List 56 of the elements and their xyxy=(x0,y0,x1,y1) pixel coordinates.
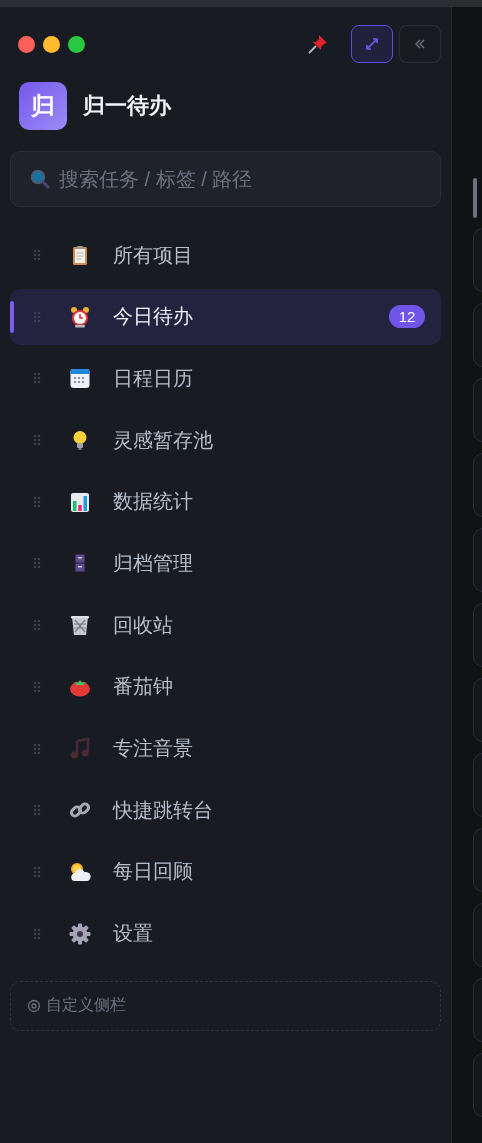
minimize-window-button[interactable] xyxy=(43,35,60,53)
nav-item[interactable]: 数据统计 xyxy=(10,473,441,530)
drag-handle-icon[interactable] xyxy=(33,434,41,447)
drag-handle-icon[interactable] xyxy=(33,619,41,632)
drag-handle-icon[interactable] xyxy=(33,372,41,385)
drag-handle-icon[interactable] xyxy=(33,680,41,693)
collapse-sidebar-button[interactable] xyxy=(399,25,441,63)
drag-handle-icon[interactable] xyxy=(33,804,41,817)
nav-item[interactable]: 今日待办 12 xyxy=(10,288,441,345)
drag-handle-icon[interactable] xyxy=(33,865,41,878)
nav-label: 专注音景 xyxy=(113,736,194,761)
nav-label: 数据统计 xyxy=(113,489,194,515)
diagonal-arrows-icon xyxy=(364,36,380,52)
app-title: 归一待办 xyxy=(83,92,171,120)
app-logo: 归 xyxy=(19,82,67,130)
nav-item[interactable]: 灵感暂存池 xyxy=(10,412,441,469)
drag-handle-icon[interactable] xyxy=(33,495,41,508)
maximize-window-button[interactable] xyxy=(68,35,85,53)
close-window-button[interactable] xyxy=(18,35,35,53)
customize-sidebar-button[interactable]: 自定义侧栏 xyxy=(10,980,441,1031)
nav-label: 今日待办 xyxy=(113,304,194,330)
nav-label: 每日回顾 xyxy=(113,859,194,885)
nav-item[interactable]: 专注音景 xyxy=(10,720,441,777)
drag-handle-icon[interactable] xyxy=(33,557,41,570)
nav-label: 所有项目 xyxy=(113,242,194,268)
nav-label: 灵感暂存池 xyxy=(113,427,214,453)
nav-item[interactable]: 所有项目 xyxy=(10,227,441,283)
count-badge: 12 xyxy=(389,305,425,329)
music-note-icon xyxy=(68,736,92,761)
nav-label: 番茄钟 xyxy=(113,674,174,700)
nav-item[interactable]: 每日回顾 xyxy=(10,843,441,900)
wastebasket-icon xyxy=(68,613,92,638)
nav-label: 回收站 xyxy=(113,612,174,638)
gear-icon xyxy=(68,921,92,946)
drag-handle-icon[interactable] xyxy=(33,742,41,755)
nav-item[interactable]: 番茄钟 xyxy=(10,658,441,715)
expand-button[interactable] xyxy=(351,25,393,63)
search-field[interactable]: 搜索任务 / 标签 / 路径 xyxy=(10,151,441,207)
nav-item[interactable]: 设置 xyxy=(10,905,441,962)
nav-label: 快捷跳转台 xyxy=(113,797,214,823)
pushpin-icon[interactable] xyxy=(307,33,329,55)
double-chevron-left-icon xyxy=(414,38,426,50)
drag-handle-icon[interactable] xyxy=(33,310,41,323)
nav-item[interactable]: 快捷跳转台 xyxy=(10,782,441,839)
settings-icon xyxy=(27,998,41,1013)
nav-label: 设置 xyxy=(113,921,154,947)
nav-item[interactable]: 归档管理 xyxy=(10,535,441,592)
nav-item[interactable]: 日程日历 xyxy=(10,350,441,407)
alarm-clock-icon xyxy=(68,304,92,329)
calendar-icon xyxy=(68,366,92,391)
drag-handle-icon[interactable] xyxy=(33,927,41,940)
drag-handle-icon[interactable] xyxy=(33,249,41,261)
scrollbar[interactable] xyxy=(473,178,477,218)
nav-label: 日程日历 xyxy=(113,365,194,391)
nav-item[interactable]: 回收站 xyxy=(10,597,441,654)
nav-label: 归档管理 xyxy=(113,550,194,576)
